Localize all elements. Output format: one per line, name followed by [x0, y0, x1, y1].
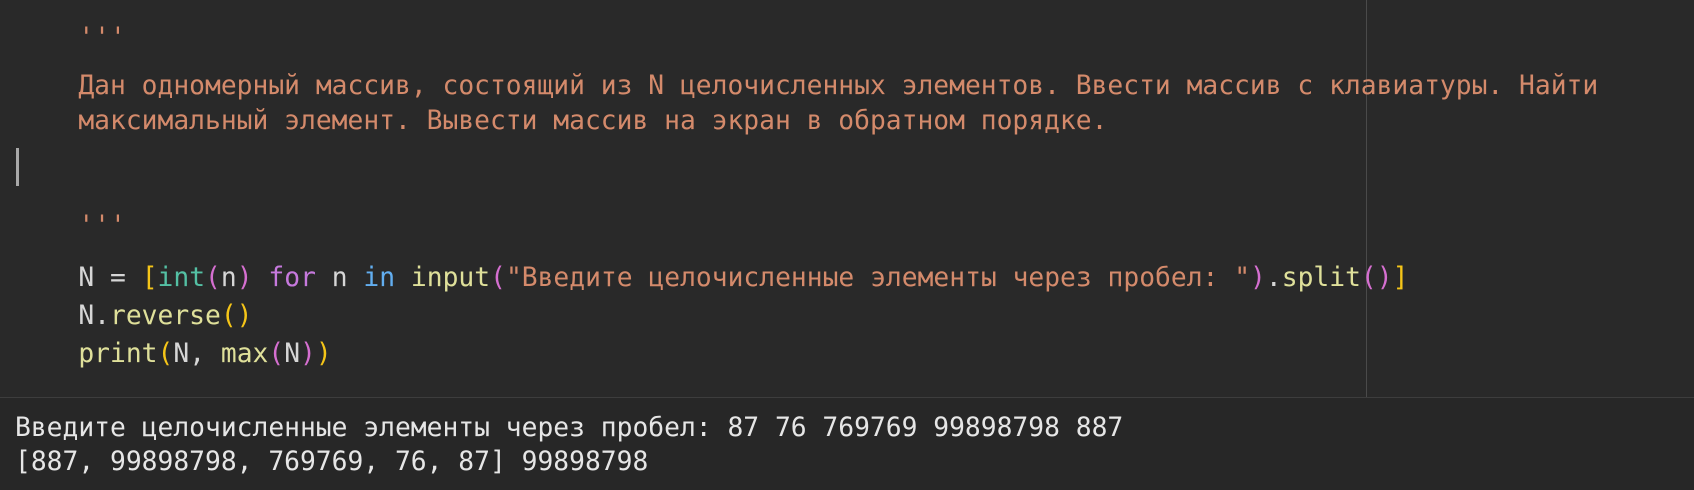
code-line-print: print(N, max(N)): [15, 297, 331, 369]
docstring-text: максимальный элемент. Вывести массив на …: [78, 106, 1108, 136]
code-line-docstring-open: ''': [15, 0, 126, 53]
console-output-line: [887, 99898798, 769769, 76, 87] 99898798: [15, 447, 649, 477]
output-console[interactable]: Введите целочисленные элементы через про…: [0, 398, 1694, 490]
code-token: N: [284, 339, 301, 369]
code-token: (: [490, 263, 506, 293]
code-token: (: [157, 339, 174, 369]
code-token: input: [410, 263, 491, 293]
code-token: split: [1281, 263, 1361, 293]
code-token: n: [315, 263, 364, 293]
code-token: N,: [173, 339, 221, 369]
code-token: ): [315, 339, 332, 369]
code-editor[interactable]: ''' Дан одномерный массив, состоящий из …: [0, 0, 1694, 397]
code-token: in: [363, 263, 396, 293]
code-token: "Введите целочисленные элементы через пр…: [505, 263, 1251, 293]
code-token: (): [1360, 263, 1393, 293]
code-token: ): [300, 339, 316, 369]
code-token: ]: [1392, 263, 1409, 293]
code-line-reverse: N.reverse(): [15, 259, 252, 331]
code-token: max: [220, 339, 269, 369]
code-token: for: [268, 263, 316, 293]
code-token: print: [78, 339, 158, 369]
console-input-line: Введите целочисленные элементы через про…: [15, 413, 1124, 443]
code-line-list-comprehension: N = [int(n) for n in input("Введите цело…: [15, 221, 1408, 293]
code-line-docstring-1: Дан одномерный массив, состоящий из N це…: [15, 29, 1598, 101]
code-line-docstring-2: максимальный элемент. Вывести массив на …: [15, 64, 1107, 136]
code-token: (: [268, 339, 285, 369]
code-token: .: [1265, 263, 1282, 293]
code-token: ): [1250, 263, 1266, 293]
code-line-docstring-close: ''': [15, 169, 126, 241]
